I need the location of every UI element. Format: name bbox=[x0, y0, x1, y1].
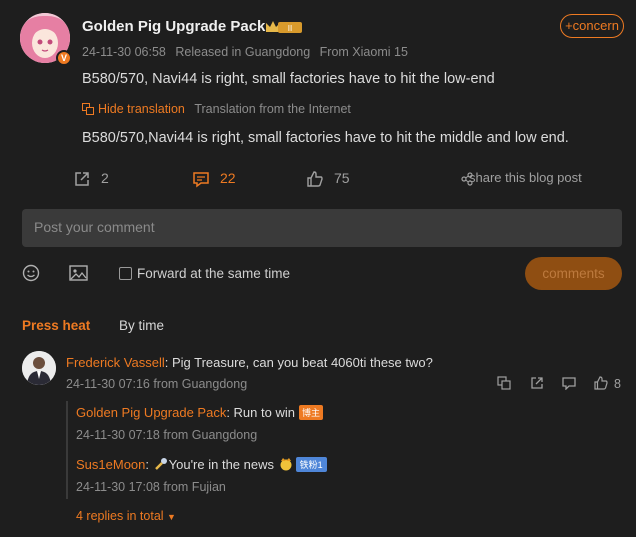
thumbs-up-icon[interactable] bbox=[594, 376, 608, 390]
post-timestamp: 24-11-30 06:58 bbox=[82, 45, 166, 59]
share-count: 2 bbox=[101, 170, 109, 186]
reply-meta: 24-11-30 07:18 from Guangdong bbox=[76, 428, 258, 442]
emoji-icon[interactable] bbox=[22, 264, 40, 282]
comment-like-count: 8 bbox=[614, 377, 621, 391]
thumbs-up-icon bbox=[307, 171, 323, 187]
reply-text: : Run to win bbox=[226, 405, 295, 420]
post-text: B580/570, Navi44 is right, small factori… bbox=[82, 71, 495, 87]
reply-line: Sus1eMoon: You're in the news 铁粉1 bbox=[76, 457, 327, 472]
translation-source: Translation from the Internet bbox=[194, 102, 351, 116]
like-count: 75 bbox=[334, 170, 350, 186]
tab-press-heat[interactable]: Press heat bbox=[22, 318, 90, 333]
commenter-avatar[interactable] bbox=[22, 351, 56, 385]
comment-input[interactable]: Post your comment bbox=[22, 209, 622, 247]
comment-icon bbox=[193, 172, 209, 188]
reply-thread-line bbox=[66, 401, 68, 499]
verified-badge: V bbox=[56, 50, 72, 66]
post-author-name[interactable]: Golden Pig Upgrade Pack bbox=[82, 18, 265, 35]
submit-comment-button[interactable]: comments bbox=[525, 257, 622, 290]
microphone-emoji-icon bbox=[154, 458, 167, 470]
share-icon bbox=[75, 172, 89, 187]
forward-checkbox[interactable] bbox=[119, 267, 132, 280]
reply-author[interactable]: Sus1eMoon bbox=[76, 457, 145, 472]
forward-label: Forward at the same time bbox=[137, 266, 291, 281]
comment-text: : Pig Treasure, can you beat 4060ti thes… bbox=[164, 355, 433, 370]
post-location: Released in Guangdong bbox=[175, 45, 311, 59]
reply-author[interactable]: Golden Pig Upgrade Pack bbox=[76, 405, 226, 420]
reply-text: You're in the news bbox=[168, 457, 274, 472]
comment-action[interactable]: 22 bbox=[192, 170, 236, 188]
share-blog-label: share this blog post bbox=[469, 170, 582, 185]
crown-icon: II bbox=[266, 21, 302, 33]
share-action[interactable]: 2 bbox=[73, 170, 109, 188]
share-blog-link[interactable]: share this blog post bbox=[461, 170, 582, 186]
post-device: From Xiaomi 15 bbox=[319, 45, 408, 59]
hide-translation-link[interactable]: Hide translation bbox=[98, 102, 185, 116]
fan-level-tag: 铁粉1 bbox=[295, 457, 327, 472]
reply-meta: 24-11-30 17:08 from Fujian bbox=[76, 480, 226, 494]
more-replies-link[interactable]: 4 replies in total ▼ bbox=[76, 509, 176, 523]
tab-by-time[interactable]: By time bbox=[119, 318, 164, 333]
reply-line: Golden Pig Upgrade Pack: Run to win 博主 bbox=[76, 405, 323, 420]
comment-icon[interactable] bbox=[562, 376, 576, 390]
post-meta: 24-11-30 06:58 Released in Guangdong Fro… bbox=[82, 45, 414, 59]
crown-emoji-icon bbox=[280, 458, 292, 471]
image-icon[interactable] bbox=[69, 264, 88, 282]
translate-icon bbox=[82, 103, 94, 115]
translate-icon[interactable] bbox=[497, 376, 511, 390]
level-badge: II bbox=[288, 24, 292, 33]
blogger-tag: 博主 bbox=[298, 405, 323, 420]
share-icon[interactable] bbox=[530, 376, 544, 390]
follow-button[interactable]: +concern bbox=[560, 14, 624, 38]
comment-meta: 24-11-30 07:16 from Guangdong bbox=[66, 377, 248, 391]
forward-option[interactable]: Forward at the same time bbox=[119, 266, 290, 281]
translation-bar: Hide translation Translation from the In… bbox=[82, 102, 351, 116]
original-text: B580/570,Navi44 is right, small factorie… bbox=[82, 130, 569, 146]
caret-down-icon: ▼ bbox=[167, 512, 176, 522]
commenter-name[interactable]: Frederick Vassell bbox=[66, 355, 165, 370]
comment-text-line: Frederick Vassell: Pig Treasure, can you… bbox=[66, 355, 433, 370]
like-action[interactable]: 75 bbox=[306, 170, 350, 188]
more-replies-label: 4 replies in total bbox=[76, 509, 164, 523]
comment-count: 22 bbox=[220, 170, 236, 186]
